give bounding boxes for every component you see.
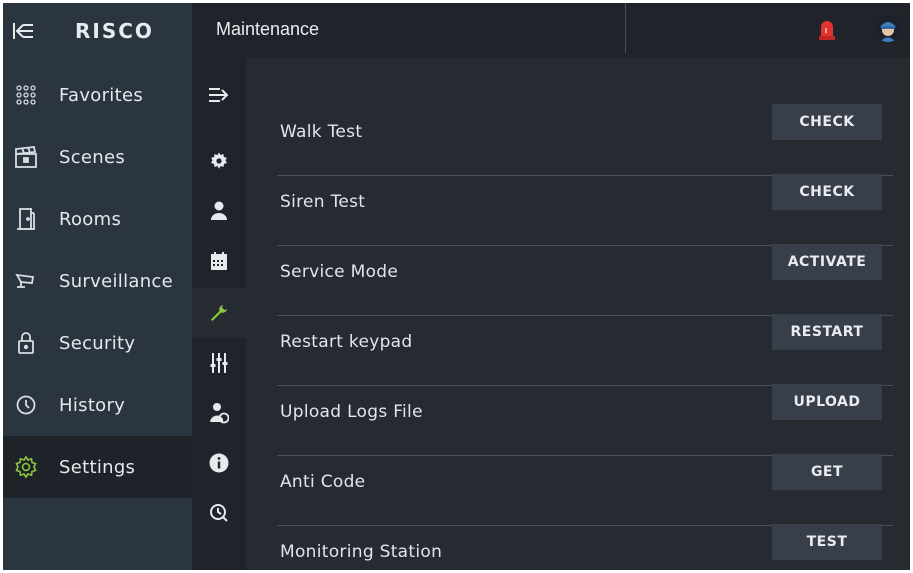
grid-dots-icon	[3, 84, 49, 106]
clock-history-icon	[3, 394, 49, 416]
clock-search-icon[interactable]	[192, 488, 246, 538]
gear-icon	[3, 455, 49, 479]
row-label: Restart keypad	[280, 332, 413, 352]
sidebar-item-scenes[interactable]: Scenes	[3, 126, 192, 188]
wrench-icon[interactable]	[192, 288, 246, 338]
info-icon[interactable]	[192, 438, 246, 488]
app-window: RISCO Maintenance Favorites Scenes Rooms…	[3, 3, 910, 570]
page-title: Maintenance	[216, 19, 320, 39]
sidebar-item-surveillance[interactable]: Surveillance	[3, 250, 192, 312]
row-label: Monitoring Station	[280, 542, 443, 562]
user-icon[interactable]	[192, 186, 246, 236]
siren-alarm-icon[interactable]	[817, 18, 837, 42]
row-label: Anti Code	[280, 472, 366, 492]
camera-icon	[3, 272, 49, 290]
settings-subrail	[192, 58, 246, 570]
maintenance-row-siren-test: Siren Test CHECK	[277, 174, 893, 246]
sidebar: Favorites Scenes Rooms Surveillance Secu…	[3, 58, 192, 570]
sidebar-item-label: History	[59, 394, 126, 416]
monitoring-station-test-button[interactable]: TEST	[772, 524, 882, 560]
sidebar-item-favorites[interactable]: Favorites	[3, 64, 192, 126]
sidebar-item-label: Surveillance	[59, 270, 173, 292]
maintenance-row-restart-keypad: Restart keypad RESTART	[277, 314, 893, 386]
sidebar-item-rooms[interactable]: Rooms	[3, 188, 192, 250]
maintenance-row-monitoring-station: Monitoring Station TEST	[277, 524, 893, 570]
anti-code-get-button[interactable]: GET	[772, 454, 882, 490]
maintenance-row-upload-logs: Upload Logs File UPLOAD	[277, 384, 893, 456]
row-label: Upload Logs File	[280, 402, 423, 422]
clapperboard-icon	[3, 146, 49, 168]
siren-test-check-button[interactable]: CHECK	[772, 174, 882, 210]
sidebar-item-label: Security	[59, 332, 136, 354]
door-icon	[3, 207, 49, 231]
sliders-icon[interactable]	[192, 338, 246, 388]
restart-keypad-button[interactable]: RESTART	[772, 314, 882, 350]
maintenance-row-anti-code: Anti Code GET	[277, 454, 893, 526]
row-label: Service Mode	[280, 262, 399, 282]
service-mode-activate-button[interactable]: ACTIVATE	[772, 244, 882, 280]
sidebar-item-label: Scenes	[59, 146, 126, 168]
row-label: Siren Test	[280, 192, 366, 212]
lock-icon	[3, 331, 49, 355]
settings-gear-icon[interactable]	[192, 136, 246, 186]
sidebar-item-label: Favorites	[59, 84, 144, 106]
maintenance-row-walk-test: Walk Test CHECK	[277, 104, 893, 176]
top-bar: Maintenance	[192, 3, 910, 58]
sidebar-item-settings[interactable]: Settings	[3, 436, 192, 498]
risco-logo: RISCO	[75, 18, 154, 43]
upload-logs-button[interactable]: UPLOAD	[772, 384, 882, 420]
sidebar-item-label: Settings	[59, 456, 136, 478]
sidebar-item-label: Rooms	[59, 208, 122, 230]
header-divider	[625, 3, 626, 53]
maintenance-row-service-mode: Service Mode ACTIVATE	[277, 244, 893, 316]
sidebar-item-security[interactable]: Security	[3, 312, 192, 374]
expand-arrow-icon[interactable]	[192, 70, 246, 120]
sidebar-item-history[interactable]: History	[3, 374, 192, 436]
row-label: Walk Test	[280, 122, 363, 142]
brand-bar: RISCO	[3, 3, 192, 58]
arrow-left-collapse-icon[interactable]	[3, 3, 43, 58]
user-avatar-icon[interactable]	[875, 16, 901, 42]
maintenance-panel: Walk Test CHECK Siren Test CHECK Service…	[246, 58, 910, 570]
user-sync-icon[interactable]	[192, 388, 246, 438]
calendar-icon[interactable]	[192, 236, 246, 286]
walk-test-check-button[interactable]: CHECK	[772, 104, 882, 140]
